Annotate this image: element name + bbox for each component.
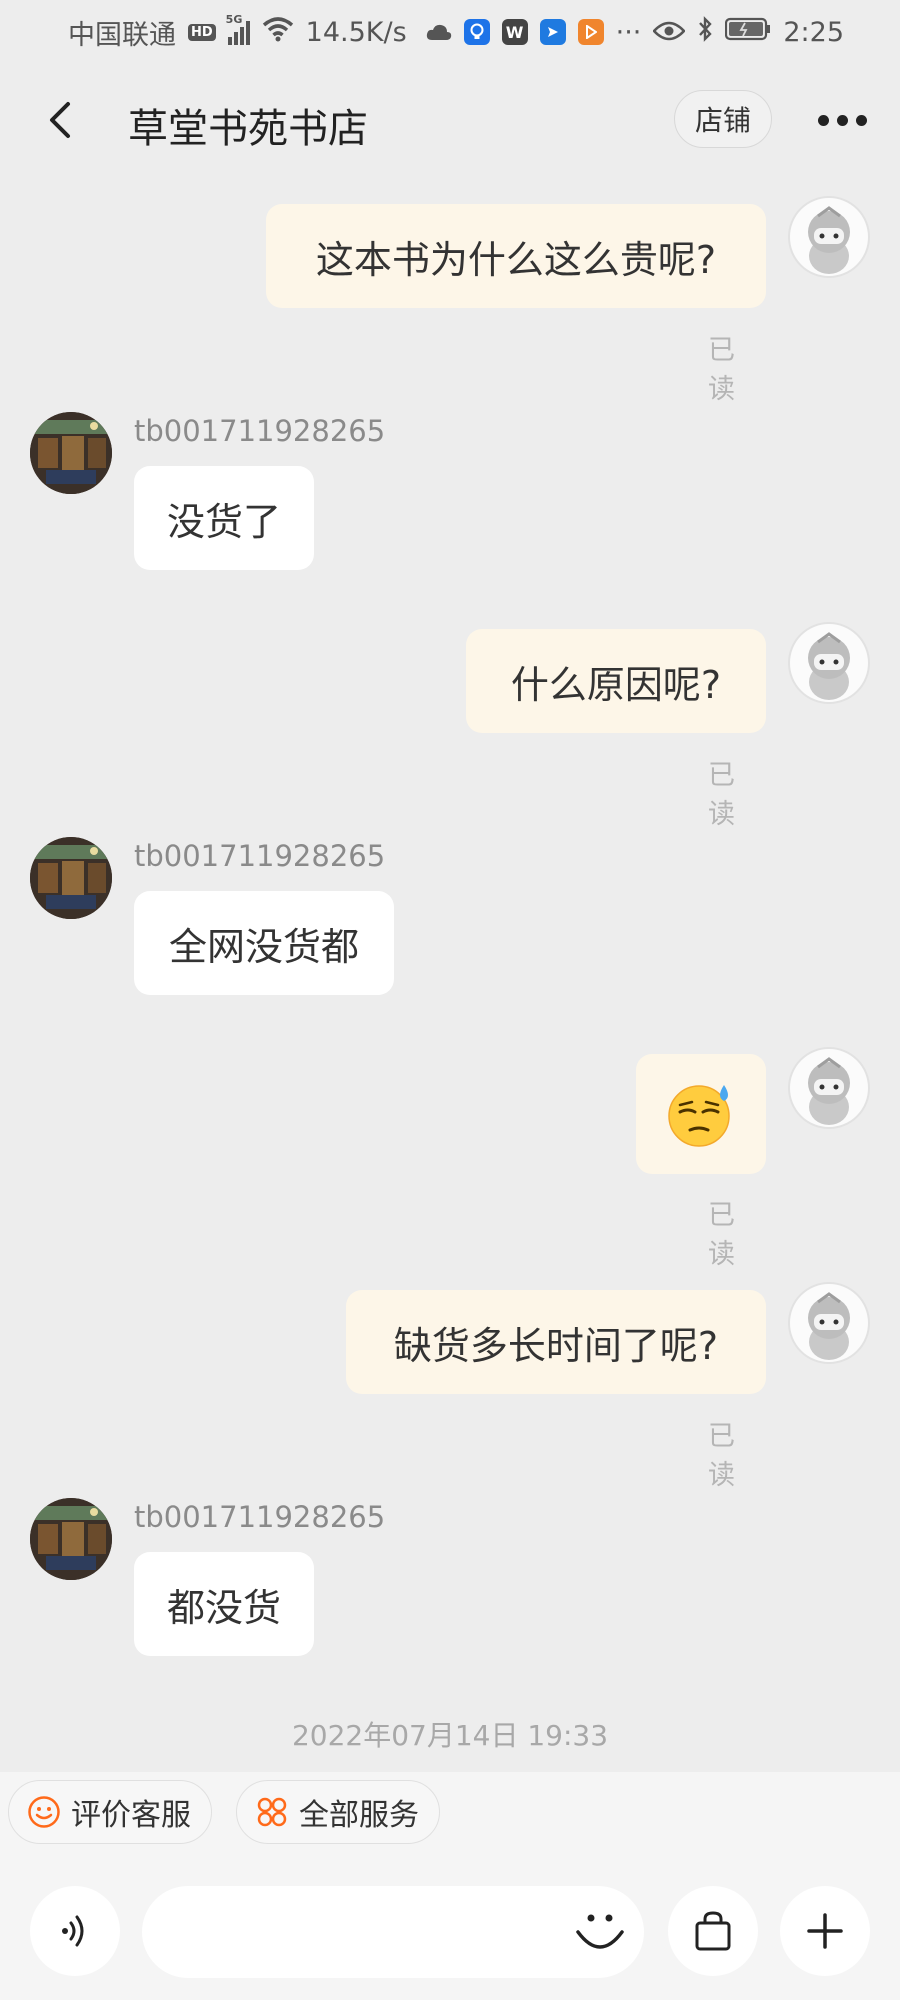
play-app-icon [577,19,604,45]
my-avatar[interactable] [788,196,870,278]
more-dot [837,114,848,126]
sender-name: tb001711928265 [134,414,386,448]
network-speed: 14.5K/s [305,16,407,48]
chat-timestamp: 2022年07月14日 19:33 [291,1719,609,1752]
shop-avatar[interactable] [30,412,112,494]
my-avatar[interactable] [788,1047,870,1129]
hd-badge: HD [188,23,216,41]
order-button[interactable] [668,1886,758,1976]
voice-button[interactable] [30,1886,120,1976]
all-services-button[interactable]: 全部服务 [236,1780,440,1844]
grid-icon [257,1797,287,1827]
message-input[interactable] [142,1886,644,1978]
status-bar: 中国联通 HD 5G 14.5K/s W ··· 2:25 [0,0,900,64]
message-text: 缺货多长时间了呢? [393,1323,719,1368]
message-text: 这本书为什么这么贵呢? [315,237,717,282]
sender-name: tb001711928265 [134,1500,386,1534]
user-avatar-icon [808,206,850,274]
back-button[interactable] [40,98,84,142]
read-status: 已读 [708,1421,735,1491]
status-left: 中国联通 HD 5G 14.5K/s [68,13,407,52]
add-more-button[interactable] [780,1886,870,1976]
input-bar [0,1854,900,2000]
status-right: W ··· 2:25 [426,15,844,49]
message-bubble[interactable]: 没货了 [134,466,314,570]
wifi-icon [262,16,294,49]
shop-avatar[interactable] [30,837,112,919]
rate-service-button[interactable]: 评价客服 [8,1780,212,1844]
rate-service-label: 评价客服 [71,1798,191,1833]
read-status: 已读 [708,335,735,405]
signal-icon: 5G [226,13,250,45]
bulb-app-icon [463,19,490,45]
more-notifications: ··· [615,16,642,48]
network-type: 5G [225,13,243,26]
message-bubble[interactable]: 什么原因呢? [466,629,766,733]
my-avatar[interactable] [788,1282,870,1364]
clock: 2:25 [783,16,844,48]
send-app-icon [539,19,566,45]
more-dot [818,114,829,126]
cloud-icon [426,17,452,48]
read-status: 已读 [708,1200,735,1270]
smiley-icon [576,1914,624,1949]
message-bubble[interactable]: 都没货 [134,1552,314,1656]
carrier-label: 中国联通 [68,19,176,51]
user-avatar-icon [808,1057,850,1125]
shop-button[interactable]: 店铺 [674,90,772,148]
wps-app-icon: W [501,19,528,45]
page-title: 草堂书苑书店 [128,106,368,152]
message-text: 全网没货都 [168,924,359,969]
eye-icon [652,17,687,48]
bluetooth-icon [697,15,713,49]
my-avatar[interactable] [788,622,870,704]
battery-icon [725,17,771,48]
voice-icon [62,1915,84,1947]
plus-icon [807,1913,843,1949]
bookstore-photo-icon [30,1498,112,1580]
message-bubble[interactable]: 全网没货都 [134,891,394,995]
bookstore-photo-icon [30,837,112,919]
all-services-label: 全部服务 [299,1798,419,1833]
read-status: 已读 [708,760,735,830]
user-avatar-icon [808,632,850,700]
message-text: 什么原因呢? [510,662,722,707]
emoji-bubble[interactable] [636,1054,766,1174]
emoji-button[interactable] [572,1904,628,1960]
service-bar: 评价客服 全部服务 [0,1772,900,1854]
shopping-bag-icon [695,1911,731,1951]
sweat-emoji-icon [668,1085,730,1147]
bookstore-photo-icon [30,412,112,494]
chevron-left-icon [50,102,70,138]
message-bubble[interactable]: 这本书为什么这么贵呢? [266,204,766,308]
message-text: 没货了 [166,499,281,544]
user-avatar-icon [808,1292,850,1360]
more-menu-button[interactable] [818,106,874,134]
smile-icon [28,1796,60,1828]
shop-avatar[interactable] [30,1498,112,1580]
chat-header: 草堂书苑书店 店铺 [0,64,900,176]
message-text: 都没货 [166,1585,281,1630]
sender-name: tb001711928265 [134,839,386,873]
message-bubble[interactable]: 缺货多长时间了呢? [346,1290,766,1394]
more-dot [856,114,867,126]
